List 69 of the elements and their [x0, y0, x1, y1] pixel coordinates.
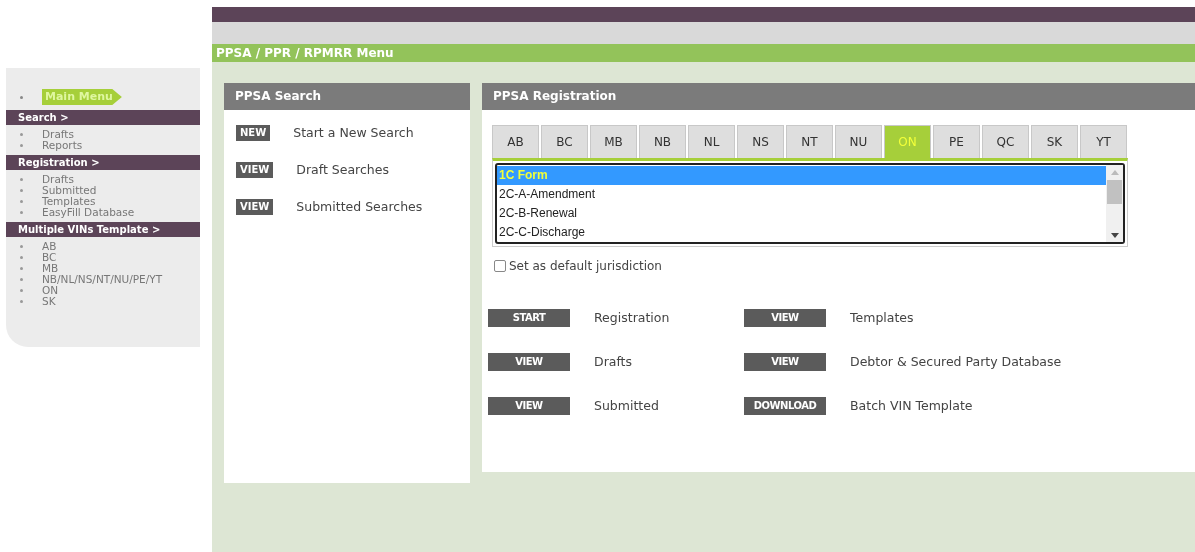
bullet-icon [20, 211, 23, 214]
jurisdiction-tab[interactable]: NB [639, 125, 686, 158]
sidebar-link[interactable]: MB [42, 263, 59, 274]
action-label: Draft Searches [296, 160, 389, 179]
jurisdiction-tab[interactable]: NS [737, 125, 784, 158]
action-button[interactable]: VIEW [744, 353, 826, 372]
action-button[interactable]: VIEW [744, 309, 826, 328]
panel-title: PPSA Search [224, 83, 470, 110]
action-button[interactable]: VIEW [488, 353, 570, 372]
sidebar-link[interactable]: SK [42, 296, 56, 307]
action-button[interactable]: VIEW [236, 162, 274, 179]
list-option[interactable]: 2C-B-Renewal [497, 204, 1106, 223]
action-label: Start a New Search [293, 124, 414, 142]
sidebar-link[interactable]: Drafts [42, 174, 74, 185]
section-header: Multiple VINs Template > [6, 222, 200, 237]
sidebar-link[interactable]: Submitted [42, 185, 97, 196]
action-label: Debtor & Secured Party Database [850, 352, 1062, 371]
bullet-icon [20, 289, 23, 292]
jurisdiction-tab[interactable]: AB [492, 125, 539, 158]
action-label: Submitted Searches [296, 197, 423, 216]
sidebar-link[interactable]: EasyFill Database [42, 207, 135, 218]
action-button[interactable]: NEW [236, 125, 271, 142]
checkbox[interactable] [494, 260, 506, 272]
section-header: Registration > [6, 155, 200, 170]
action-button[interactable]: START [488, 309, 570, 328]
bullet-icon [20, 245, 23, 248]
jurisdiction-tab[interactable]: NL [688, 125, 735, 158]
action-button[interactable]: VIEW [488, 396, 570, 415]
sidebar-link[interactable]: Templates [42, 196, 96, 207]
sidebar-link[interactable]: Reports [42, 140, 83, 151]
checkbox-label: Set as default jurisdiction [509, 258, 662, 275]
jurisdiction-tab[interactable]: BC [541, 125, 588, 158]
list-option[interactable]: 2C-C-Discharge [497, 223, 1106, 242]
jurisdiction-tab[interactable]: NU [835, 125, 882, 158]
sidebar-link[interactable]: Drafts [42, 129, 74, 140]
list-option[interactable]: 2C-A-Amendment [497, 185, 1106, 204]
scrollbar-thumb[interactable] [1107, 180, 1122, 204]
panel-title: PPSA Registration [482, 83, 1195, 110]
jurisdiction-tab[interactable]: PE [933, 125, 980, 158]
bullet-icon [20, 189, 23, 192]
section-header: Search > [6, 110, 200, 125]
action-label: Drafts [594, 352, 633, 371]
bullet-icon [20, 256, 23, 259]
bullet-icon [20, 95, 23, 99]
jurisdiction-tab[interactable]: QC [982, 125, 1029, 158]
bullet-icon [20, 144, 23, 147]
sidebar-link[interactable]: AB [42, 241, 57, 252]
action-label: Batch VIN Template [850, 396, 973, 415]
jurisdiction-tab[interactable]: NT [786, 125, 833, 158]
sidebar-link[interactable]: BC [42, 252, 57, 263]
action-label: Registration [594, 309, 670, 327]
action-label: Submitted [594, 396, 659, 415]
bullet-icon [20, 278, 23, 281]
sidebar-link[interactable]: NB/NL/NS/NT/NU/PE/YT [42, 274, 163, 285]
bullet-icon [20, 200, 23, 203]
bullet-icon [20, 133, 23, 136]
bullet-icon [20, 300, 23, 303]
action-label: Templates [850, 309, 914, 327]
jurisdiction-tab[interactable]: SK [1031, 125, 1078, 158]
bullet-icon [20, 178, 23, 181]
form-listbox[interactable]: 1C Form 2C-A-Amendment 2C-B-Renewal 2C-C-Discharge [495, 163, 1125, 244]
menu-title: PPSA / PPR / RPMRR Menu [212, 44, 1195, 62]
jurisdiction-tab[interactable]: YT [1080, 125, 1127, 158]
action-button[interactable]: DOWNLOAD [744, 396, 826, 415]
jurisdiction-tab[interactable]: MB [590, 125, 637, 158]
bullet-icon [20, 267, 23, 270]
scroll-down-icon[interactable] [1110, 233, 1119, 238]
sidebar-link[interactable]: ON [42, 285, 59, 296]
action-button[interactable]: VIEW [236, 198, 274, 215]
